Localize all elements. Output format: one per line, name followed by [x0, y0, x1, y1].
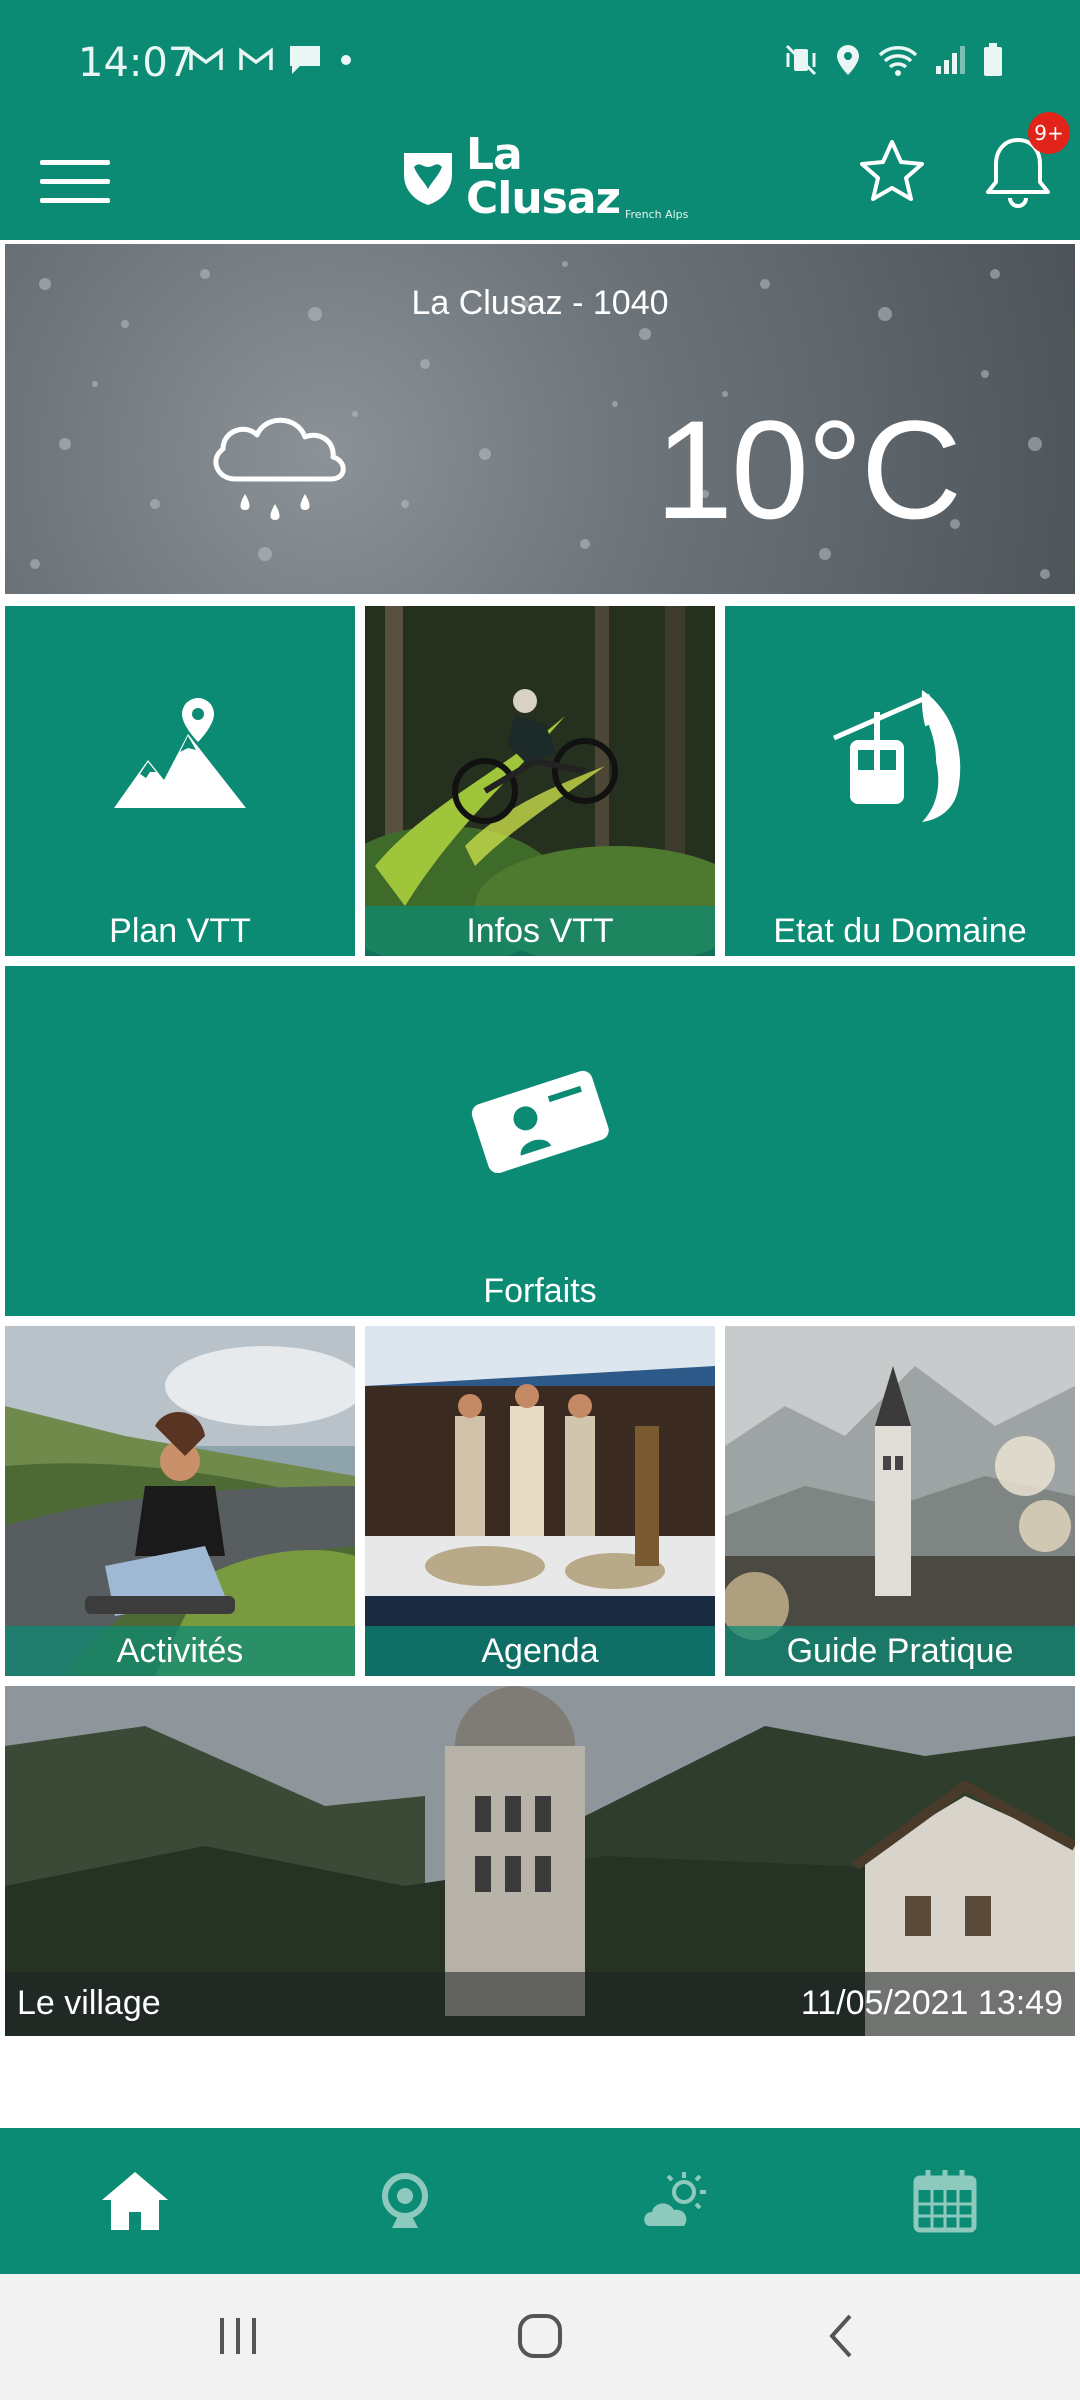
status-left-icons — [188, 44, 356, 76]
favorite-star-icon[interactable] — [855, 136, 929, 210]
home-icon[interactable] — [100, 2166, 170, 2236]
wifi-icon — [878, 46, 918, 76]
status-bar: 14:07 — [0, 0, 1080, 120]
status-right-icons — [784, 42, 1004, 78]
calendar-icon[interactable] — [910, 2166, 980, 2236]
notification-badge: 9+ — [1028, 112, 1070, 154]
app-header: La Clusaz French Alps — [0, 120, 1080, 240]
menu-line — [40, 197, 110, 203]
rain-cloud-icon — [213, 417, 346, 520]
brand-subtitle: French Alps — [625, 208, 689, 221]
tile-label: Agenda — [365, 1626, 715, 1676]
tile-guide-pratique[interactable]: Guide Pratique — [725, 1326, 1075, 1676]
tile-agenda[interactable]: Agenda — [365, 1326, 715, 1676]
mountain-map-pin-icon — [114, 698, 246, 808]
battery-icon — [984, 43, 1002, 76]
tile-plan-vtt[interactable]: Plan VTT — [5, 606, 355, 956]
church-village-photo — [725, 1326, 1075, 1676]
system-navigation-bar — [0, 2274, 1080, 2400]
tile-activites[interactable]: Activités — [5, 1326, 355, 1676]
ski-pass-icon — [471, 1070, 609, 1174]
weather-location: La Clusaz - 1040 — [411, 284, 669, 322]
tile-etat-domaine[interactable]: Etat du Domaine — [725, 606, 1075, 956]
dot-icon — [341, 55, 351, 65]
tile-label: Forfaits — [483, 1272, 597, 1310]
tile-label: Plan VTT — [109, 912, 251, 950]
tile-label: Etat du Domaine — [773, 912, 1027, 950]
bottom-navigation — [0, 2128, 1080, 2274]
gondola-lift-icon — [832, 690, 961, 822]
mute-vibrate-icon — [785, 44, 817, 76]
village-title: Le village — [17, 1984, 161, 2022]
village-datetime: 11/05/2021 13:49 — [800, 1984, 1063, 2022]
weather-card[interactable]: La Clusaz - 1040 10°C — [5, 244, 1075, 594]
signal-icon — [936, 46, 965, 74]
gmail-icon — [189, 47, 223, 70]
village-caption-bar: Le village 11/05/2021 13:49 — [5, 1972, 1075, 2036]
tile-infos-vtt[interactable]: Infos VTT — [365, 606, 715, 956]
weather-icon[interactable] — [640, 2166, 710, 2236]
luge-activity-photo — [5, 1326, 355, 1676]
weather-temperature: 10°C — [655, 391, 962, 548]
location-icon — [837, 45, 859, 75]
webcam-icon[interactable] — [370, 2166, 440, 2236]
recent-apps-icon[interactable] — [206, 2304, 270, 2368]
tile-label: Infos VTT — [365, 906, 715, 956]
tile-label: Activités — [5, 1626, 355, 1676]
menu-line — [40, 178, 110, 184]
back-icon[interactable] — [810, 2304, 874, 2368]
mountain-bike-photo — [365, 606, 715, 956]
tile-forfaits[interactable]: Forfaits — [5, 966, 1075, 1316]
status-time: 14:07 — [78, 40, 194, 86]
home-circle-icon[interactable] — [508, 2304, 572, 2368]
message-icon — [290, 46, 320, 74]
village-webcam-card[interactable]: Le village 11/05/2021 13:49 — [5, 1686, 1075, 2036]
hamburger-menu-button[interactable] — [40, 146, 110, 216]
concert-stage-photo — [365, 1326, 715, 1676]
gmail-icon — [239, 47, 273, 70]
tile-label: Guide Pratique — [725, 1626, 1075, 1676]
menu-line — [40, 159, 110, 165]
shield-logo-icon — [403, 153, 452, 205]
